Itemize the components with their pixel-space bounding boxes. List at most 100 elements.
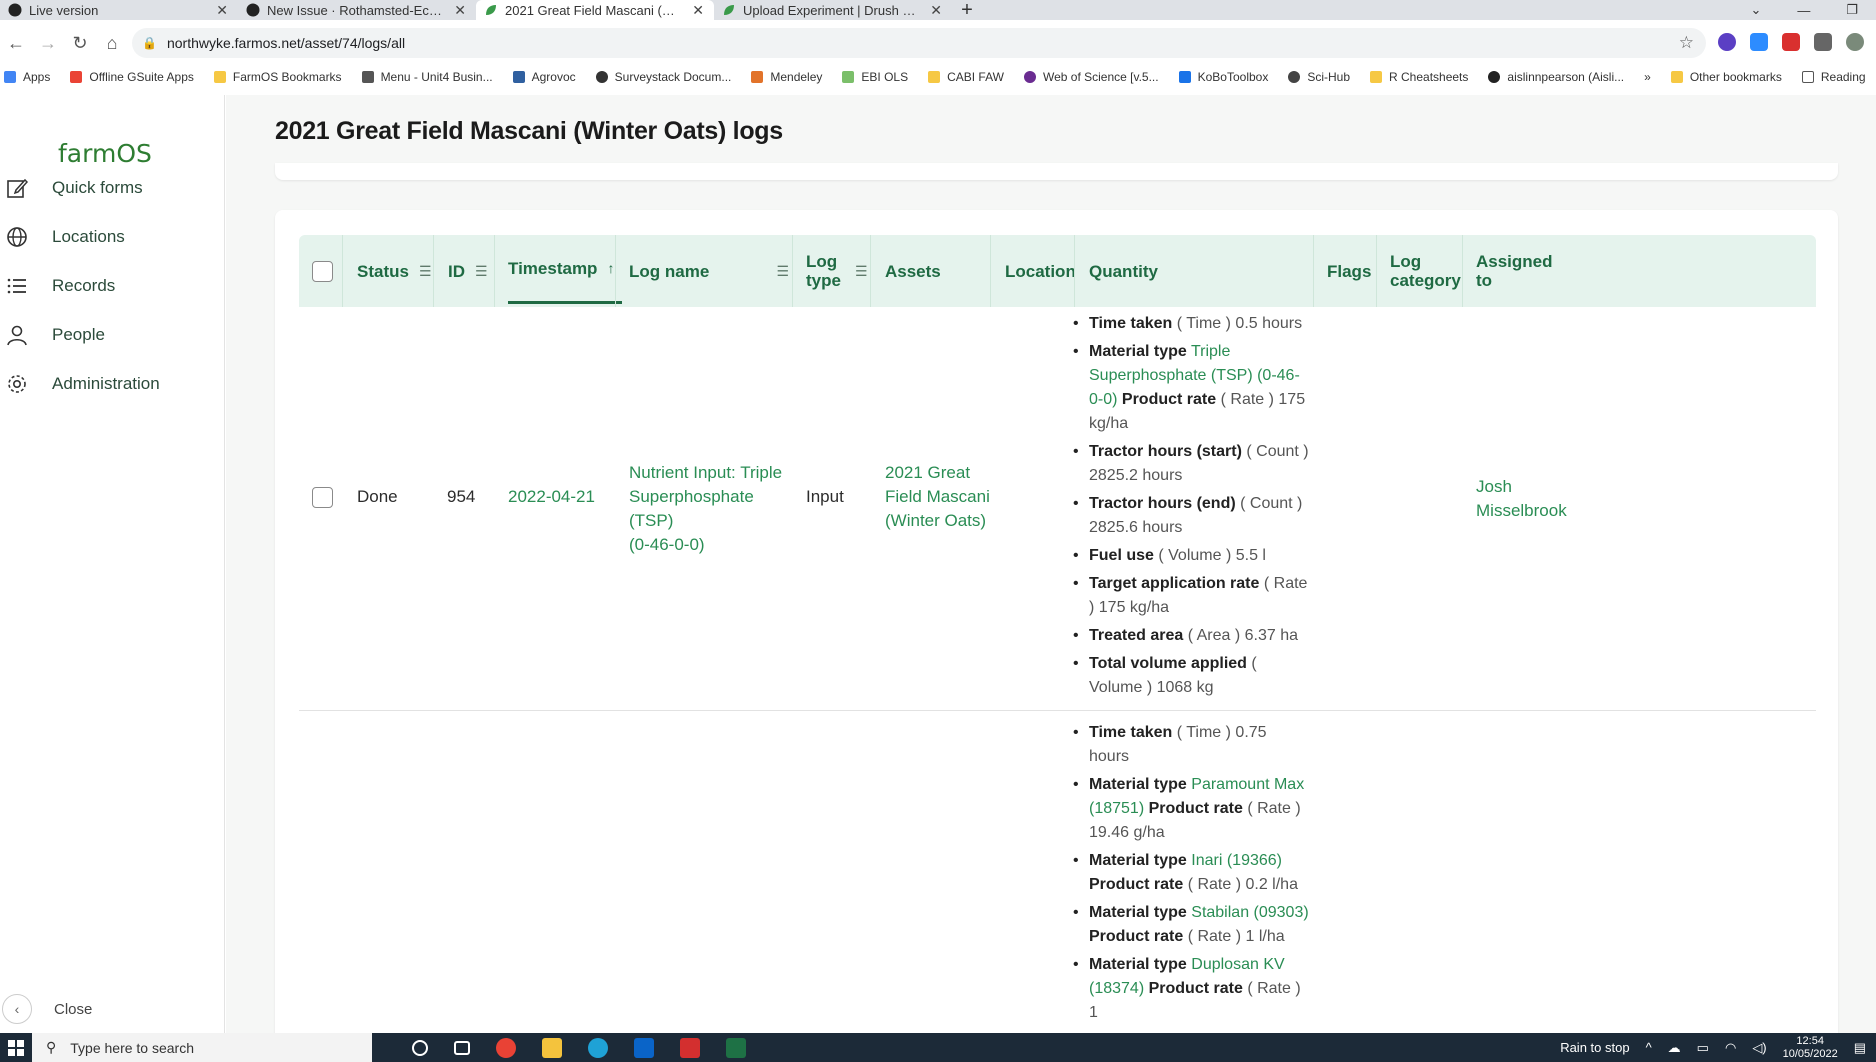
browser-tab[interactable]: New Issue · Rothamsted-Ecoinfor ✕ — [238, 0, 476, 20]
bookmarks-overflow-button[interactable]: » — [1644, 70, 1651, 84]
bookmark[interactable]: aislinnpearson (Aisli... — [1488, 70, 1624, 84]
filter-icon[interactable]: ☰ — [419, 262, 432, 281]
column-header-assets[interactable]: Assets — [885, 235, 941, 307]
material-link[interactable]: Stabilan (09303) — [1191, 904, 1308, 921]
sidebar-item-quick-forms[interactable]: Quick forms — [6, 177, 143, 199]
wifi-icon[interactable]: ◠ — [1725, 1040, 1736, 1056]
column-header-quantity[interactable]: Quantity — [1089, 235, 1158, 307]
bookmark[interactable]: FarmOS Bookmarks — [213, 70, 342, 84]
material-link[interactable]: Inari (19366) — [1191, 852, 1282, 869]
back-icon[interactable]: ← — [0, 33, 32, 54]
bookmark[interactable]: KoBoToolbox — [1178, 70, 1268, 84]
onedrive-icon[interactable]: ☁ — [1668, 1040, 1681, 1056]
quantity-value: ( Area ) 6.37 ha — [1187, 627, 1299, 644]
sidebar-close-button[interactable]: ‹ Close — [2, 985, 92, 1033]
assigned-to-link[interactable]: Josh Misselbrook — [1476, 475, 1567, 523]
bookmark[interactable]: Agrovoc — [512, 70, 576, 84]
excel-icon[interactable] — [726, 1037, 746, 1058]
filter-icon[interactable]: ☰ — [776, 262, 789, 281]
checkbox[interactable] — [312, 487, 333, 508]
bookmark[interactable]: Offline GSuite Apps — [70, 70, 194, 84]
acrobat-icon[interactable] — [680, 1037, 700, 1058]
log-name-link[interactable]: Nutrient Input: Triple Superphosphate (T… — [629, 461, 789, 557]
volume-icon[interactable]: ◁) — [1752, 1040, 1766, 1056]
bookmark[interactable]: EBI OLS — [842, 70, 908, 84]
column-header-id[interactable]: ID ☰ — [448, 235, 488, 307]
bookmark[interactable]: CABI FAW — [928, 70, 1004, 84]
column-header-assigned-to[interactable]: Assigned to — [1476, 235, 1553, 307]
app-logo[interactable]: farmOS — [58, 139, 152, 168]
restore-icon[interactable]: ❐ — [1846, 2, 1858, 18]
tab-search-icon[interactable]: ⌄ — [1750, 2, 1761, 18]
tab-title: Live version — [29, 2, 99, 18]
column-header-status[interactable]: Status ☰ — [357, 235, 432, 307]
bookmark[interactable]: Reading — [1801, 70, 1866, 84]
close-icon[interactable]: ✕ — [454, 2, 466, 19]
arrow-up-icon[interactable]: ↑ — [607, 259, 614, 278]
sidebar-item-locations[interactable]: Locations — [6, 226, 125, 248]
select-all-checkbox[interactable] — [312, 235, 333, 307]
bookmark[interactable]: Other bookmarks — [1670, 70, 1782, 84]
taskbar-search-field[interactable]: ⚲ Type here to search — [32, 1033, 372, 1062]
chrome-icon[interactable] — [496, 1037, 516, 1058]
bookmark[interactable]: Menu - Unit4 Busin... — [361, 70, 493, 84]
bookmark[interactable]: Surveystack Docum... — [595, 70, 731, 84]
column-header-flags[interactable]: Flags — [1327, 235, 1371, 307]
task-view-icon[interactable] — [454, 1040, 470, 1055]
checkbox[interactable] — [312, 260, 333, 282]
filter-icon[interactable]: ☰ — [475, 262, 488, 281]
close-icon[interactable]: ✕ — [930, 2, 942, 19]
edge-icon[interactable] — [588, 1037, 608, 1058]
windows-start-icon[interactable] — [8, 1040, 24, 1056]
column-header-log-type[interactable]: Log type ☰ — [806, 235, 868, 307]
notifications-icon[interactable]: ▤ — [1854, 1040, 1866, 1056]
extension-zoom-icon[interactable] — [1750, 33, 1768, 51]
lock-icon[interactable]: 🔒 — [142, 36, 157, 50]
table-row[interactable]: Done 954 2022-04-21 Nutrient Input: Trip… — [299, 307, 1816, 711]
forward-icon[interactable]: → — [32, 33, 64, 54]
sidebar-item-administration[interactable]: Administration — [6, 373, 160, 395]
column-header-log-name[interactable]: Log name ☰ — [629, 235, 789, 307]
timestamp-link[interactable]: 2022-04-21 — [508, 485, 595, 509]
outlook-icon[interactable] — [634, 1037, 654, 1058]
url-field[interactable]: 🔒 northwyke.farmos.net/asset/74/logs/all… — [132, 28, 1706, 58]
bookmark[interactable]: Sci-Hub — [1288, 70, 1350, 84]
cortana-icon[interactable] — [412, 1039, 428, 1056]
close-icon[interactable]: ✕ — [216, 2, 228, 19]
browser-tab[interactable]: Live version ✕ — [0, 0, 238, 20]
clock[interactable]: 12:54 10/05/2022 — [1783, 1035, 1838, 1061]
extension-red-icon[interactable] — [1782, 33, 1800, 51]
extension-en-icon[interactable] — [1718, 33, 1736, 51]
column-header-location[interactable]: Location — [1005, 235, 1076, 307]
table-header: Status ☰ ID ☰ Timestamp ↑ Log name ☰ Log type… — [299, 235, 1816, 307]
browser-tab-active[interactable]: 2021 Great Field Mascani (Winte ✕ — [476, 0, 714, 20]
github-icon — [8, 3, 22, 17]
column-header-timestamp[interactable]: Timestamp ↑ — [508, 235, 622, 304]
asset-link[interactable]: 2021 Great Field Mascani (Winter Oats) — [885, 461, 990, 533]
weather-text[interactable]: Rain to stop — [1560, 1040, 1629, 1055]
battery-icon[interactable]: ▭ — [1697, 1040, 1709, 1056]
table-row[interactable]: Time taken ( Time ) 0.75 hours Material … — [299, 712, 1816, 1033]
star-icon[interactable]: ☆ — [1679, 33, 1694, 53]
bookmark[interactable]: Web of Science [v.5... — [1023, 70, 1159, 84]
chevron-up-icon[interactable]: ^ — [1646, 1040, 1652, 1055]
bookmark[interactable]: Mendeley — [751, 70, 822, 84]
browser-tab[interactable]: Upload Experiment | Drush Site-I ✕ — [714, 0, 952, 20]
minimize-icon[interactable]: — — [1797, 3, 1810, 18]
sidebar-item-records[interactable]: Records — [6, 275, 115, 297]
file-explorer-icon[interactable] — [542, 1037, 562, 1058]
home-icon[interactable]: ⌂ — [96, 33, 128, 54]
avatar[interactable] — [1846, 33, 1864, 51]
row-checkbox[interactable] — [312, 487, 333, 508]
column-header-log-category[interactable]: Log category — [1390, 235, 1461, 307]
sidebar-item-people[interactable]: People — [6, 324, 105, 346]
reload-icon[interactable]: ↻ — [64, 33, 96, 54]
quantity-label: Target application rate — [1089, 575, 1260, 592]
puzzle-icon[interactable] — [1814, 33, 1832, 51]
header-label: Flags — [1327, 261, 1372, 281]
close-icon[interactable]: ✕ — [692, 2, 704, 19]
bookmark[interactable]: R Cheatsheets — [1370, 70, 1468, 84]
filter-icon[interactable]: ☰ — [855, 262, 868, 281]
bookmark[interactable]: Apps — [4, 70, 50, 84]
new-tab-button[interactable]: + — [952, 0, 982, 21]
